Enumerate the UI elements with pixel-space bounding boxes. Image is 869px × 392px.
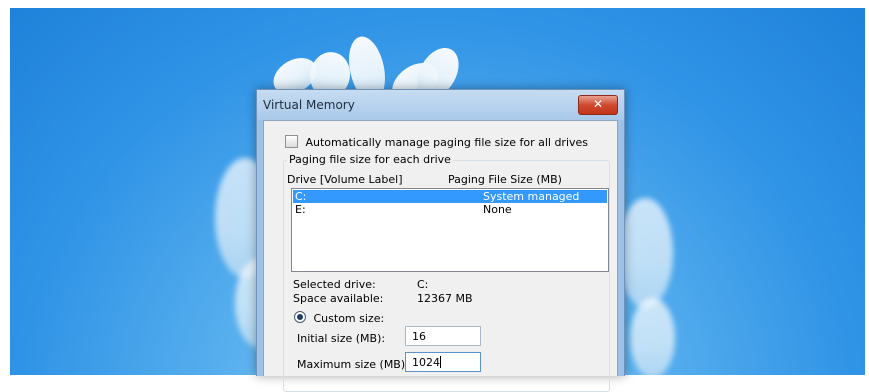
flower-petal [618,198,673,308]
drive-list[interactable]: C: System managed E: None [291,188,609,272]
column-header-size: Paging File Size (MB) [448,173,562,186]
list-item[interactable]: E: None [293,203,607,216]
maximum-size-value: 1024 [412,356,440,369]
titlebar[interactable]: Virtual Memory ✕ [257,90,624,120]
drive-letter: E: [295,203,306,216]
auto-manage-label: Automatically manage paging file size fo… [305,136,589,149]
space-available-label: Space available: [293,292,384,305]
text-caret [440,356,441,368]
paging-size: None [483,203,512,216]
window-title: Virtual Memory [263,98,355,112]
auto-manage-row[interactable]: Automatically manage paging file size fo… [285,135,588,149]
group-title: Paging file size for each drive [287,153,453,166]
close-icon: ✕ [592,97,604,111]
flower-petal [630,298,675,375]
initial-size-label: Initial size (MB): [297,332,386,345]
auto-manage-checkbox[interactable] [285,135,298,148]
list-item[interactable]: C: System managed [293,190,607,203]
drive-letter: C: [295,190,307,203]
maximum-size-input[interactable]: 1024 [405,352,481,372]
custom-size-radio[interactable] [294,311,306,323]
paging-size: System managed [483,190,580,203]
virtual-memory-dialog: Virtual Memory ✕ Automatically manage pa… [256,89,625,392]
custom-size-option[interactable]: Custom size: [294,311,384,325]
initial-size-value: 16 [412,330,426,343]
selected-drive-label: Selected drive: [293,278,376,291]
selected-drive-value: C: [417,278,429,291]
dialog-body: Automatically manage paging file size fo… [263,120,618,392]
column-header-drive: Drive [Volume Label] [287,173,403,186]
space-available-value: 12367 MB [417,292,473,305]
close-button[interactable]: ✕ [578,95,618,115]
paging-file-group: Paging file size for each drive Drive [V… [283,153,610,392]
custom-size-label: Custom size: [313,312,385,325]
initial-size-input[interactable]: 16 [405,326,481,346]
maximum-size-label: Maximum size (MB): [297,358,409,371]
